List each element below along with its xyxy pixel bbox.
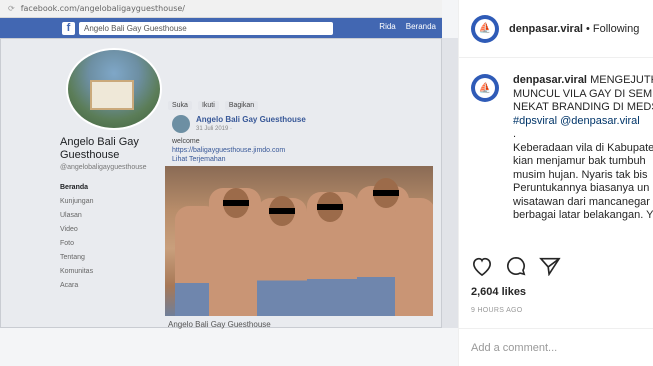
page-side-nav: Beranda Kunjungan Ulasan Video Foto Tent… [60,181,160,293]
side-nav-item: Kunjungan [60,198,94,205]
side-nav-item: Foto [60,240,75,247]
browser-url-bar: ⟳ facebook.com/angelobaligayguesthouse/ [0,0,442,18]
post-tab: Bagikan [224,101,259,110]
like-count[interactable]: 2,604 likes [471,286,526,298]
add-comment-input[interactable]: Add a comment... [459,328,653,366]
caption-line: berbagai latar belakangan. Y [513,209,653,221]
boat-logo-icon: ⛵ [475,78,495,98]
side-nav-item: Tentang [60,254,85,261]
censor-bar [317,204,343,210]
post-tab: Suka [168,101,192,110]
caption-line: wisatawan dari mancanegar [513,195,650,208]
post-caption-area: ⛵ denpasar.viral MENGEJUTKAN MUNCUL VILA… [459,62,653,252]
page-profile-picture [66,48,162,130]
account-avatar[interactable]: ⛵ [471,14,499,43]
caption-line: Peruntukannya biasanya un [513,182,650,194]
boat-logo-icon: ⛵ [475,18,495,39]
censor-bar [269,208,295,214]
caption-line: denpasar.viral MENGEJUTKAN [513,74,653,88]
post-action-tabs: Suka Ikuti Bagikan [168,101,430,110]
post-avatar [172,115,190,133]
facebook-nav-item: Rida [379,22,396,31]
post-text: welcome https://baligayguesthouse.jimdo.… [172,137,285,164]
facebook-search-input: Angelo Bali Gay Guesthouse [79,21,333,35]
side-nav-item: Video [60,226,78,233]
facebook-top-bar: f Angelo Bali Gay Guesthouse Rida Berand… [0,18,442,38]
facebook-top-nav: Rida Beranda [379,22,436,31]
facebook-logo-icon: f [62,21,75,35]
page-name: Angelo Bali Gay Guesthouse [60,136,139,161]
side-nav-item: Komunitas [60,268,94,275]
comment-icon[interactable] [505,256,527,281]
page-handle: @angelobaligayguesthouse [60,164,147,171]
post-date: 31 Juli 2019 · [196,126,233,132]
post-author: Angelo Bali Gay Guesthouse [196,115,306,124]
side-nav-item: Acara [60,282,79,289]
share-icon[interactable] [539,256,561,281]
caption-username[interactable]: denpasar.viral [513,74,587,86]
caption-hashtags[interactable]: #dpsviral @denpasar.viral [513,115,653,129]
following-button[interactable]: Following [593,23,639,35]
caption-line: Keberadaan vila di Kabupate [513,141,653,154]
browser-url-text: facebook.com/angelobaligayguesthouse/ [20,4,185,13]
screenshot-right-strip [442,38,458,328]
caption-avatar[interactable]: ⛵ [471,74,499,102]
caption-line: kian menjamur bak tumbuh [513,155,646,167]
post-line: welcome [172,138,200,145]
post-actions [471,256,561,281]
censor-bar [223,200,249,206]
censor-bar [373,190,399,196]
instagram-panel: ⛵ denpasar.viral • Following ⛵ denpasar.… [458,0,653,366]
caption-line: musim hujan. Nyaris tak bis [513,168,648,181]
post-line: https://baligayguesthouse.jimdo.com [172,147,286,154]
reload-icon: ⟳ [8,4,15,13]
post-photo [165,166,433,316]
photo-caption: Angelo Bali Gay Guesthouse [168,320,271,329]
separator-dot: • [586,22,590,35]
post-tab: Ikuti [197,101,219,110]
post-line: Lihat Terjemahan [172,156,226,163]
facebook-nav-item: Beranda [405,22,436,31]
post-timestamp[interactable]: 9 HOURS AGO [471,307,523,314]
caption-line: NEKAT BRANDING DI MEDS [513,101,653,113]
caption-text: MENGEJUTKAN [590,74,653,86]
post-caption: denpasar.viral MENGEJUTKAN MUNCUL VILA G… [513,74,653,223]
post-header: ⛵ denpasar.viral • Following [459,0,653,58]
caption-line: MUNCUL VILA GAY DI SEMI [513,87,653,100]
heart-icon[interactable] [471,256,493,281]
screenshot-photo-area: ⟳ facebook.com/angelobaligayguesthouse/ … [0,0,458,366]
photo-figure [395,198,433,316]
caption-line: . [513,128,517,140]
facebook-post-header: Suka Ikuti Bagikan Angelo Bali Gay Guest… [168,101,430,164]
account-username[interactable]: denpasar.viral [509,23,583,35]
side-nav-item: Ulasan [60,212,82,219]
side-nav-item: Beranda [60,184,89,191]
